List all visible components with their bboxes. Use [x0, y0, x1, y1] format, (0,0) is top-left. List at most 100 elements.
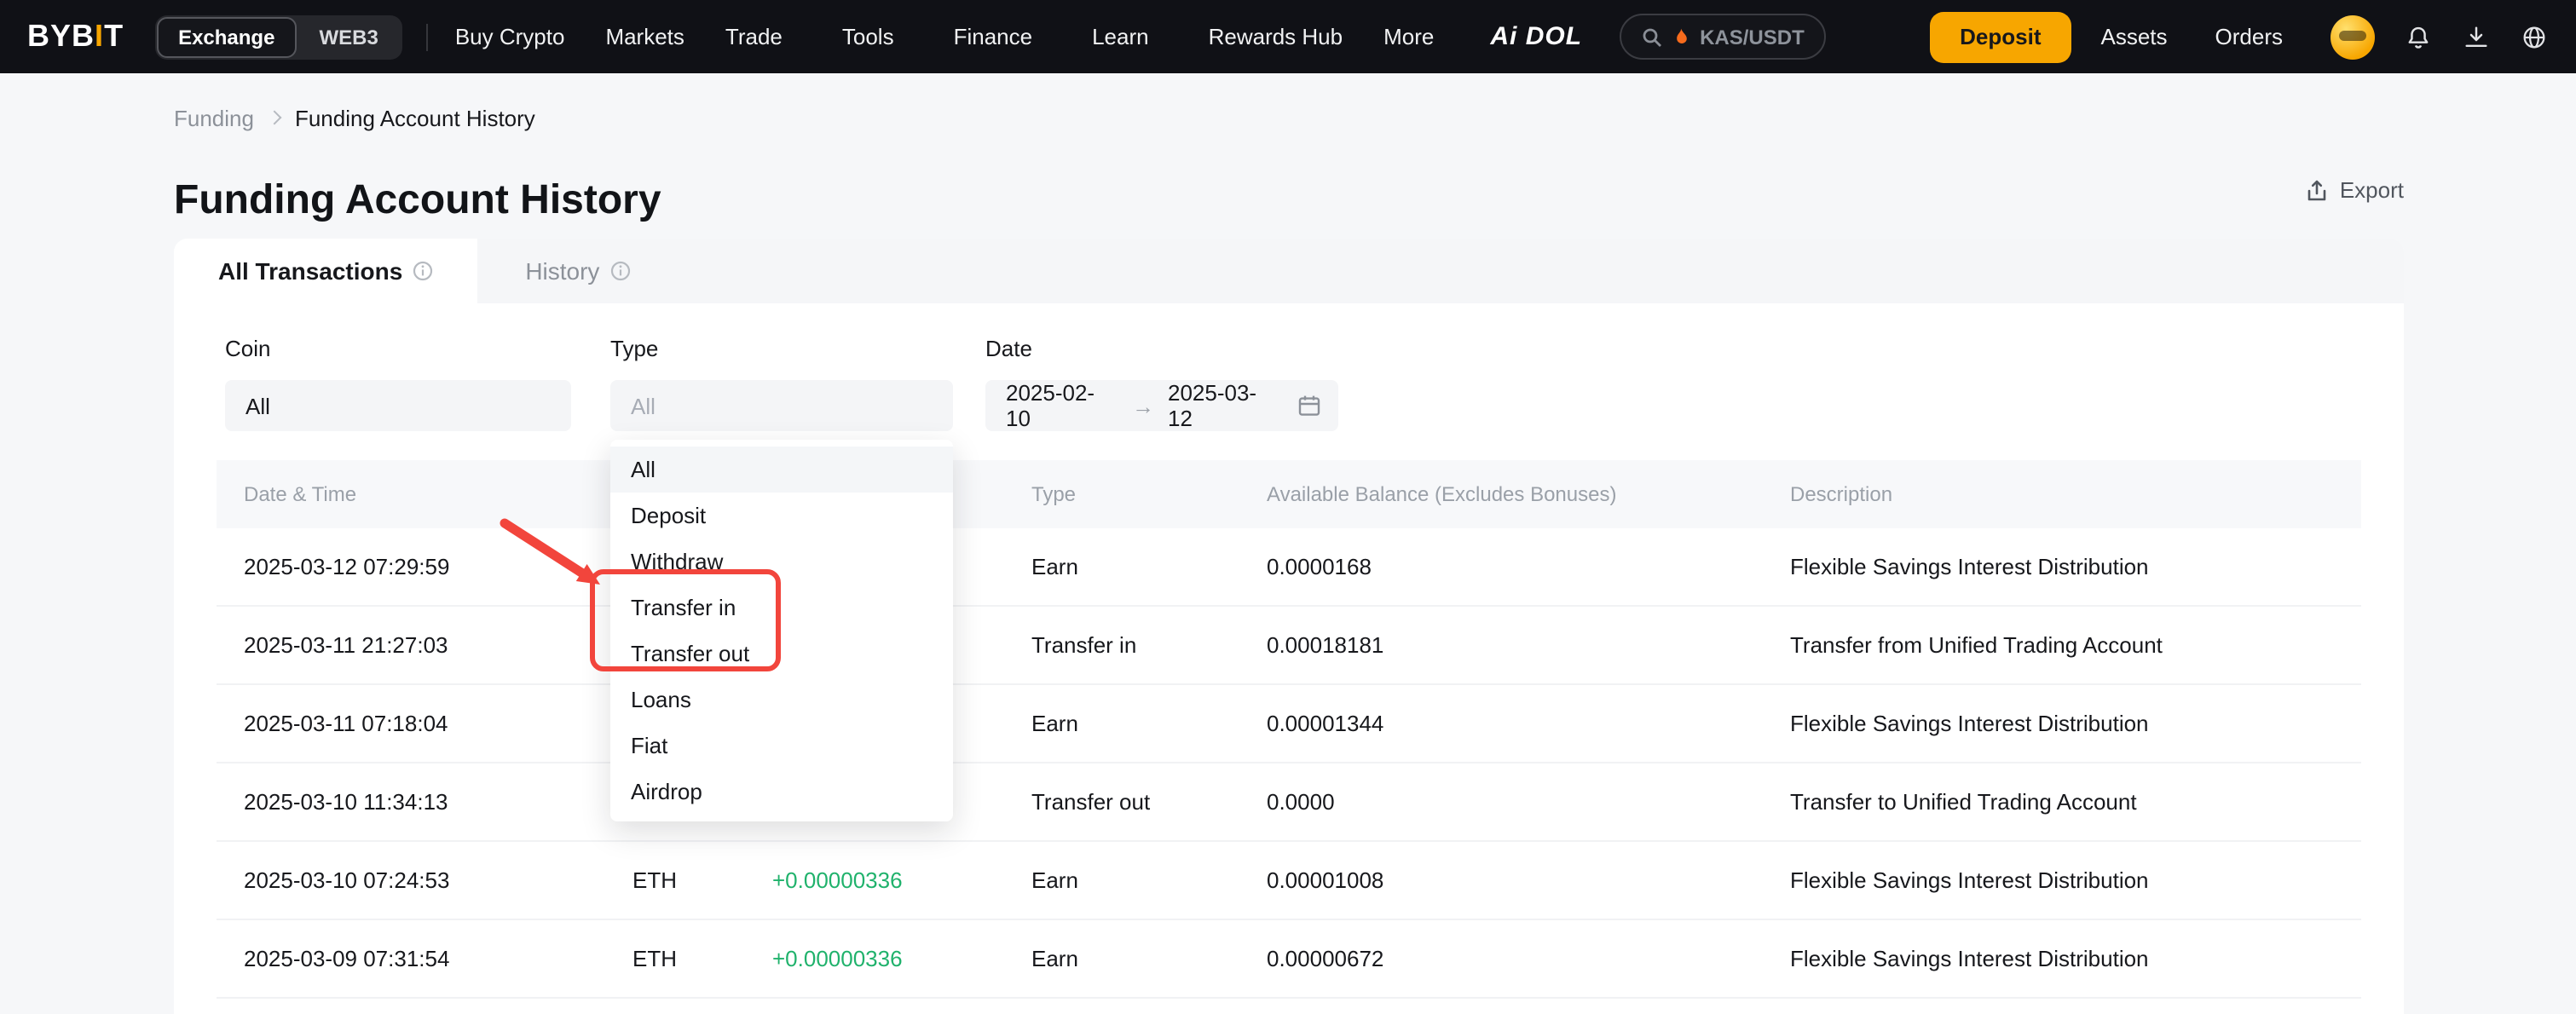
deposit-button[interactable]: Deposit [1929, 11, 2071, 62]
table-row: 2025-03-11 07:18:04 Earn 0.00001344 Flex… [217, 685, 2361, 763]
cell-coin: ETH [605, 946, 745, 971]
header-type: Type [1004, 482, 1239, 506]
dropdown-option-loans[interactable]: Loans [610, 677, 953, 723]
type-dropdown-menu: All Deposit Withdraw Transfer in Transfe… [610, 440, 953, 821]
search-box[interactable]: KAS/USDT [1620, 14, 1827, 60]
cell-type: Transfer in [1004, 632, 1239, 658]
cell-type: Transfer out [1004, 789, 1239, 815]
language-globe-icon[interactable] [2520, 23, 2549, 50]
toggle-web3[interactable]: WEB3 [297, 16, 400, 57]
cell-change: +0.00000336 [745, 946, 1004, 971]
dropdown-option-fiat[interactable]: Fiat [610, 723, 953, 769]
table-row: 2025-03-10 11:34:13 Transfer out 0.0000 … [217, 763, 2361, 842]
chevron-right-icon [267, 111, 281, 125]
table-row: 2025-03-12 07:29:59 Earn 0.0000168 Flexi… [217, 528, 2361, 607]
cell-type: Earn [1004, 867, 1239, 893]
cell-date: 2025-03-12 07:29:59 [217, 554, 605, 579]
breadcrumb-current: Funding Account History [295, 106, 535, 131]
cell-date: 2025-03-09 07:31:54 [217, 946, 605, 971]
download-app-icon[interactable] [2462, 23, 2491, 50]
nav-finance[interactable]: Finance [954, 24, 1052, 49]
toggle-exchange[interactable]: Exchange [156, 16, 297, 57]
nav-buy-crypto[interactable]: Buy Crypto [455, 24, 565, 49]
cell-balance: 0.0000 [1239, 789, 1763, 815]
header-balance: Available Balance (Excludes Bonuses) [1239, 482, 1763, 506]
info-icon [609, 261, 630, 281]
dropdown-option-all[interactable]: All [610, 447, 953, 493]
table-row: 2025-03-09 07:31:54 ETH +0.00000336 Earn… [217, 920, 2361, 999]
type-filter-label: Type [610, 336, 658, 361]
date-filter-label: Date [985, 336, 1032, 361]
page-title: Funding Account History [174, 177, 661, 225]
user-avatar[interactable] [2331, 14, 2375, 59]
notifications-bell-icon[interactable] [2404, 23, 2433, 50]
dropdown-option-transfer-in[interactable]: Transfer in [610, 585, 953, 631]
header-description: Description [1763, 482, 2361, 506]
nav-markets[interactable]: Markets [605, 24, 684, 49]
coin-select[interactable]: All [225, 380, 571, 431]
table-row: 2025-03-11 21:27:03 Transfer in 0.000181… [217, 607, 2361, 685]
page: BYBIT Exchange WEB3 Buy Crypto Markets T… [0, 0, 2576, 1014]
tab-strip: All Transactions History [174, 239, 2404, 303]
topbar-divider [426, 23, 428, 50]
search-hot-pair: KAS/USDT [1700, 25, 1805, 49]
cell-description: Flexible Savings Interest Distribution [1763, 867, 2361, 893]
aidol-logo[interactable]: Ai DOL [1490, 22, 1582, 51]
coin-filter-label: Coin [225, 336, 271, 361]
search-icon [1642, 26, 1662, 47]
cell-type: Earn [1004, 554, 1239, 579]
cell-balance: 0.00000672 [1239, 946, 1763, 971]
logo-text: BYB [27, 19, 95, 53]
nav-learn[interactable]: Learn [1092, 24, 1168, 49]
info-icon [413, 261, 433, 281]
breadcrumb: Funding Funding Account History [174, 106, 535, 131]
dropdown-option-airdrop[interactable]: Airdrop [610, 769, 953, 815]
export-button[interactable]: Export [2306, 177, 2404, 203]
type-select[interactable]: All [610, 380, 953, 431]
cell-date: 2025-03-11 07:18:04 [217, 711, 605, 736]
table-header: Date & Time Type Available Balance (Excl… [217, 460, 2361, 528]
top-navigation-bar: BYBIT Exchange WEB3 Buy Crypto Markets T… [0, 0, 2576, 73]
cell-date: 2025-03-10 07:24:53 [217, 867, 605, 893]
dropdown-option-withdraw[interactable]: Withdraw [610, 539, 953, 585]
logo-accent: I [95, 19, 104, 53]
cell-coin: ETH [605, 867, 745, 893]
export-icon [2306, 178, 2330, 202]
history-card: All Transactions History Coin Type Date … [174, 239, 2404, 1014]
range-arrow: → [1132, 393, 1154, 418]
cell-change: +0.00000336 [745, 867, 1004, 893]
cell-balance: 0.00001344 [1239, 711, 1763, 736]
cell-description: Transfer from Unified Trading Account [1763, 632, 2361, 658]
calendar-icon [1297, 394, 1321, 418]
cell-date: 2025-03-10 11:34:13 [217, 789, 605, 815]
table-row: 2025-03-10 07:24:53 ETH +0.00000336 Earn… [217, 842, 2361, 920]
cell-balance: 0.00018181 [1239, 632, 1763, 658]
logo-text-2: T [104, 19, 124, 53]
nav-tools[interactable]: Tools [842, 24, 913, 49]
cell-date: 2025-03-11 21:27:03 [217, 632, 605, 658]
tab-history[interactable]: History [477, 239, 678, 303]
dropdown-option-transfer-out[interactable]: Transfer out [610, 631, 953, 677]
breadcrumb-funding[interactable]: Funding [174, 106, 254, 131]
main-nav: Buy Crypto Markets Trade Tools Finance L… [455, 24, 1453, 49]
cell-description: Transfer to Unified Trading Account [1763, 789, 2361, 815]
date-range-picker[interactable]: 2025-02-10 → 2025-03-12 [985, 380, 1338, 431]
header-date: Date & Time [217, 482, 605, 506]
nav-rewards-hub[interactable]: Rewards Hub [1209, 24, 1343, 49]
assets-menu[interactable]: Assets [2101, 24, 2186, 49]
cell-type: Earn [1004, 711, 1239, 736]
table-body: 2025-03-12 07:29:59 Earn 0.0000168 Flexi… [174, 528, 2404, 999]
bybit-logo[interactable]: BYBIT [27, 19, 124, 55]
cell-description: Flexible Savings Interest Distribution [1763, 946, 2361, 971]
nav-trade[interactable]: Trade [725, 24, 801, 49]
cell-balance: 0.0000168 [1239, 554, 1763, 579]
nav-more[interactable]: More [1383, 24, 1453, 49]
topbar-right: Deposit Assets Orders [1929, 11, 2549, 62]
exchange-web3-toggle: Exchange WEB3 [154, 14, 402, 59]
cell-type: Earn [1004, 946, 1239, 971]
tab-all-transactions[interactable]: All Transactions [174, 239, 477, 303]
flame-icon [1672, 26, 1689, 47]
cell-description: Flexible Savings Interest Distribution [1763, 554, 2361, 579]
dropdown-option-deposit[interactable]: Deposit [610, 493, 953, 539]
orders-menu[interactable]: Orders [2215, 24, 2302, 49]
